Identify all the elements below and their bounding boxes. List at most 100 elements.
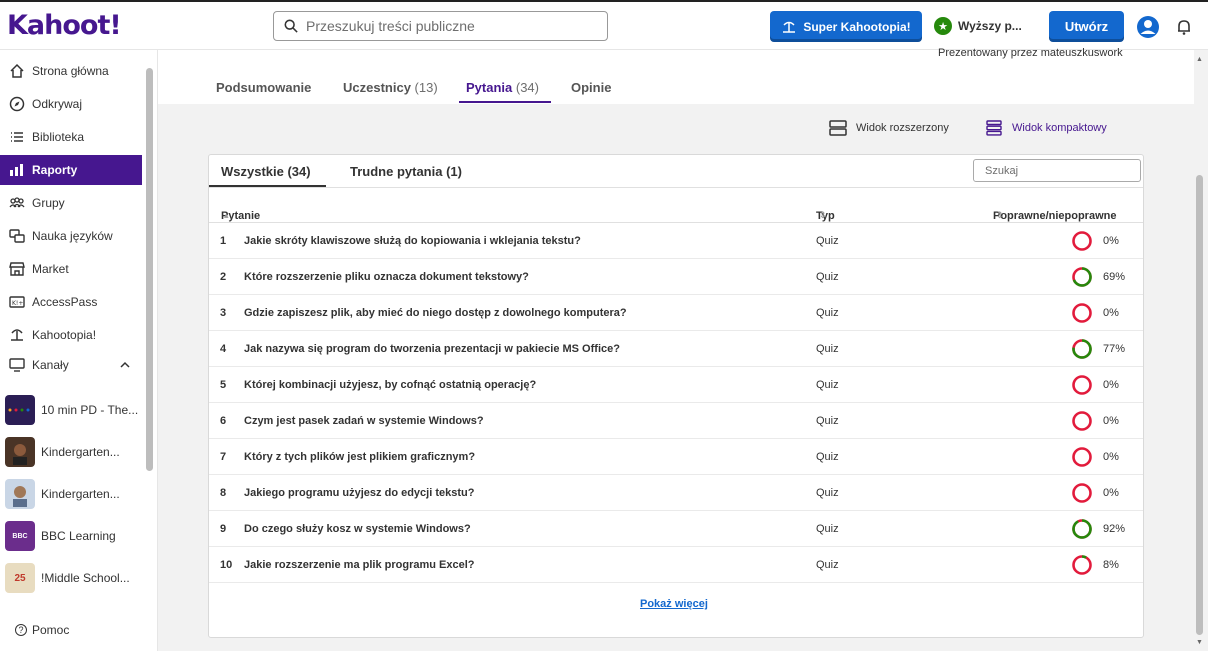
tab-label: Pytania [466,80,513,95]
channel-thumbnail: BBC [5,521,35,551]
presenter-text: Prezentowany przez mateuszkuswork [938,47,1123,59]
sidebar-item-discover[interactable]: Odkrywaj [0,89,142,119]
table-row[interactable]: 4 Jak nazywa się program do tworzenia pre… [209,331,1143,367]
correct-percentage: 0% [1103,307,1119,319]
tab-summary[interactable]: Podsumowanie [216,80,311,102]
question-text: Jakie rozszerzenie ma plik programu Exce… [244,559,475,571]
correctness-ring-icon [1072,411,1092,431]
tab-feedback[interactable]: Opinie [571,80,611,102]
channel-label: Kindergarten... [41,445,120,459]
sidebar-item-library[interactable]: Biblioteka [0,122,142,152]
channel-thumb-text: 25 [14,572,26,584]
channels-header[interactable]: Kanały [0,350,142,380]
create-button[interactable]: Utwórz [1049,11,1124,42]
group-icon [9,197,25,208]
channel-item[interactable]: 25 !Middle School... [5,562,142,594]
table-row[interactable]: 7 Który z tych plików jest plikiem grafic… [209,439,1143,475]
ticket-icon: K!+ [9,296,25,308]
question-text: Której kombinacji użyjesz, by cofnąć ost… [244,379,537,391]
question-type: Quiz [816,343,839,355]
show-more-link[interactable]: Pokaż więcej [640,598,708,610]
sidebar-item-home[interactable]: Strona główna [0,56,142,86]
sidebar-scrollbar[interactable] [146,68,153,471]
sidebar-item-reports[interactable]: Raporty [0,155,142,185]
question-text: Gdzie zapiszesz plik, aby mieć do niego … [244,307,627,319]
channel-item[interactable]: BBC BBC Learning [5,520,142,552]
search-box[interactable] [273,11,608,41]
super-kahootopia-button[interactable]: Super Kahootopia! [770,11,922,42]
question-number: 7 [220,451,227,463]
correctness-ring-icon [1072,339,1092,359]
sidebar-item-languages[interactable]: Nauka języków [0,221,142,251]
questions-card: Wszystkie (34) Trudne pytania (1) Pytani… [208,154,1144,638]
correct-percentage: 0% [1103,379,1119,391]
filter-input[interactable] [973,159,1141,182]
tab-count: (13) [414,80,438,95]
correct-percentage: 0% [1103,451,1119,463]
correct-percentage: 92% [1103,523,1126,535]
column-label: Poprawne/niepoprawne [993,210,1117,222]
question-type: Quiz [816,451,839,463]
compact-view-toggle[interactable]: Widok kompaktowy [985,120,1107,136]
scroll-down-icon[interactable]: ▼ [1196,639,1203,646]
table-row[interactable]: 10 Jakie rozszerzenie ma plik programu Ex… [209,547,1143,583]
table-row[interactable]: 3 Gdzie zapiszesz plik, aby mieć do niego… [209,295,1143,331]
subtab-all[interactable]: Wszystkie (34) [221,164,311,179]
sidebar-item-groups[interactable]: Grupy [0,188,142,218]
bar-chart-icon [10,164,23,176]
kahoot-logo[interactable]: Kahoot! [7,10,122,41]
subtab-hard-questions[interactable]: Trudne pytania (1) [350,164,462,179]
sidebar-item-label: Grupy [32,196,65,210]
table-row[interactable]: 5 Której kombinacji użyjesz, by cofnąć os… [209,367,1143,403]
tab-label: Uczestnicy [343,80,411,95]
question-number: 4 [220,343,227,355]
table-row[interactable]: 9 Do czego służy kosz w systemie Windows?… [209,511,1143,547]
table-row[interactable]: 8 Jakiego programu użyjesz do edycji teks… [209,475,1143,511]
sidebar-item-label: Kahootopia! [32,328,97,342]
upgrade-link[interactable]: ★ Wyższy p... [934,17,1022,35]
sidebar-item-label: Nauka języków [32,229,113,243]
correctness-ring-icon [1072,555,1092,575]
scroll-up-icon[interactable]: ▲ [1196,56,1203,63]
sidebar-item-kahootopia[interactable]: Kahootopia! [0,320,142,350]
table-row[interactable]: 6 Czym jest pasek zadań w systemie Window… [209,403,1143,439]
correctness-ring-icon [1072,267,1092,287]
correctness-ring-icon [1072,519,1092,539]
table-header: Pytanie ▴ Typ ⇕ Poprawne/niepoprawne ⇕ [209,187,1143,223]
channels-icon [9,358,25,372]
sidebar-item-accesspass[interactable]: K!+ AccessPass [0,287,142,317]
tab-participants[interactable]: Uczestnicy (13) [343,80,438,102]
correctness-ring-icon [1072,231,1092,251]
avatar-icon[interactable] [1136,15,1160,39]
channel-label: BBC Learning [41,529,116,543]
correct-percentage: 77% [1103,343,1126,355]
question-number: 10 [220,559,233,571]
table-row[interactable]: 2 Które rozszerzenie pliku oznacza dokume… [209,259,1143,295]
help-link[interactable]: ? Pomoc [15,623,69,637]
channel-item[interactable]: Kindergarten... [5,436,142,468]
channel-item[interactable]: Kindergarten... [5,478,142,510]
chevron-up-icon[interactable] [119,359,131,371]
compass-icon [9,96,25,112]
store-icon [9,262,25,276]
question-type: Quiz [816,415,839,427]
expanded-view-toggle[interactable]: Widok rozszerzony [829,120,949,136]
expanded-view-label: Widok rozszerzony [856,122,949,134]
main-scrollbar[interactable] [1196,175,1203,635]
question-number: 3 [220,307,227,319]
sidebar-item-label: Market [32,262,69,276]
channel-thumbnail [5,479,35,509]
sidebar-item-market[interactable]: Market [0,254,142,284]
tab-questions[interactable]: Pytania (34) [466,80,539,102]
correct-percentage: 0% [1103,487,1119,499]
question-type: Quiz [816,307,839,319]
question-text: Które rozszerzenie pliku oznacza dokumen… [244,271,529,283]
channel-item[interactable]: 10 min PD - The... [5,394,142,426]
list-icon [11,132,23,142]
active-tab-indicator [459,101,551,103]
channel-thumbnail [5,437,35,467]
compact-view-icon [986,120,1002,136]
table-row[interactable]: 1 Jakie skróty klawiszowe służą do kopiow… [209,223,1143,259]
bell-icon[interactable] [1175,18,1193,36]
search-input[interactable] [306,18,596,34]
